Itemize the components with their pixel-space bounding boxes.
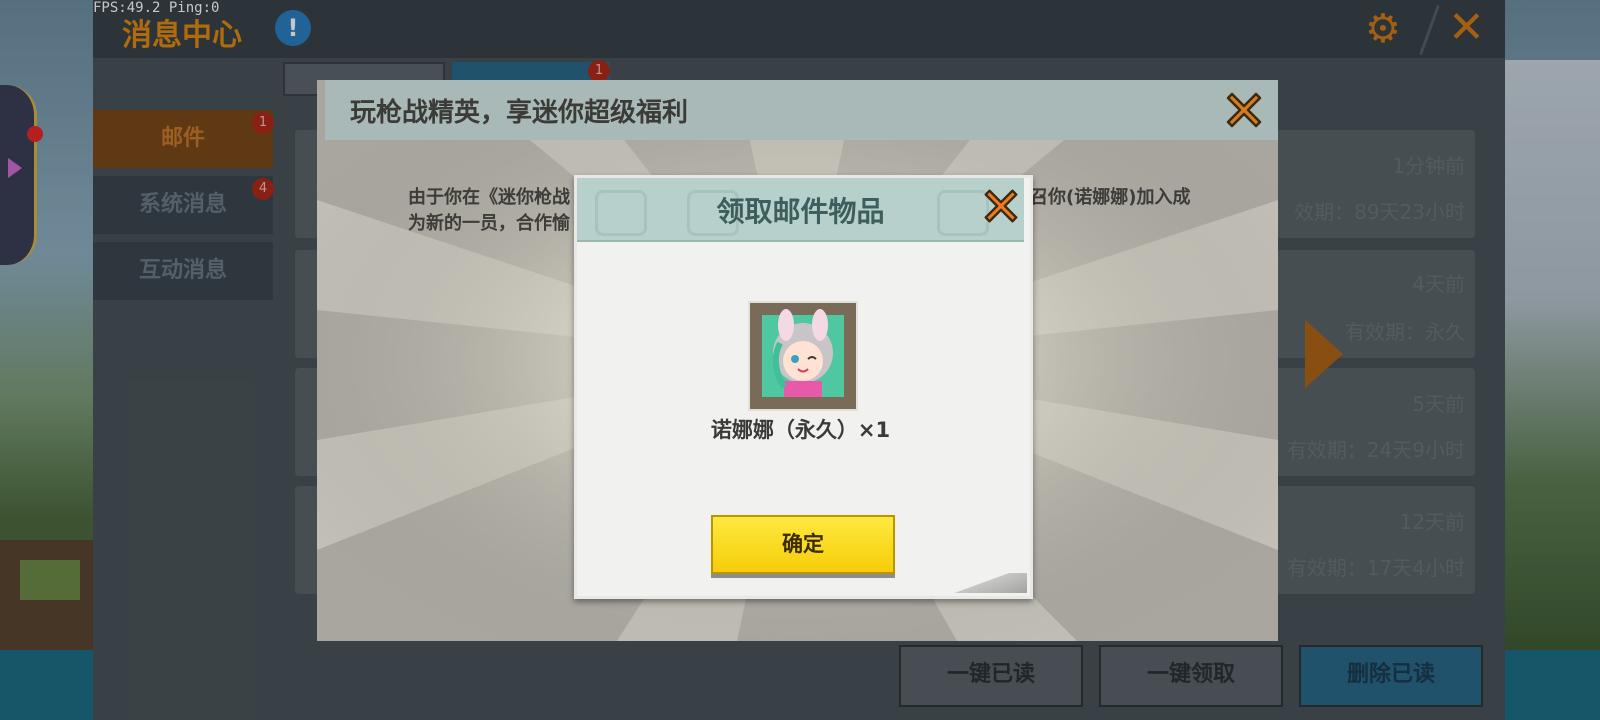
close-icon[interactable] [980, 185, 1022, 227]
mail-body-line1-right: 召你(诺娜娜)加入成 [1030, 187, 1191, 208]
close-icon[interactable] [1222, 88, 1266, 132]
item-icon-frame[interactable] [748, 301, 858, 411]
mail-body-line2: 为新的一员，合作愉 [408, 213, 570, 234]
mail-title: 玩枪战精英，享迷你超级福利 [350, 98, 689, 128]
dialog-title: 领取邮件物品 [716, 195, 885, 228]
mail-body-line1: 由于你在《迷你枪战 [408, 187, 570, 208]
confirm-button[interactable]: 确定 [711, 515, 895, 574]
item-caption: 诺娜娜（永久）×1 [710, 418, 891, 442]
page-curl-decoration [935, 573, 1027, 593]
character-avatar-icon [762, 309, 844, 397]
